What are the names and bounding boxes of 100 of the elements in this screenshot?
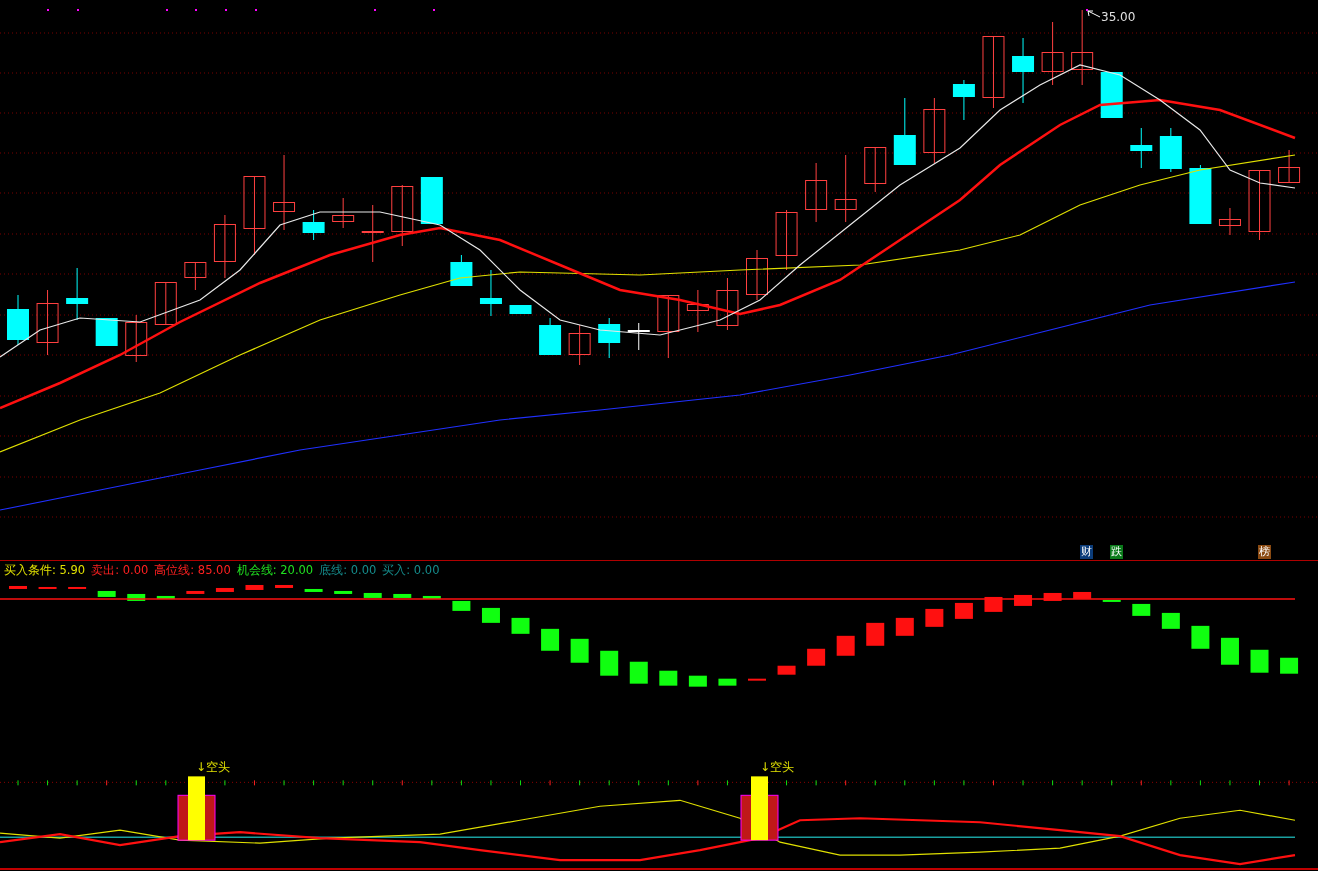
tick-mark [786, 779, 788, 786]
indicator-bar [1250, 649, 1269, 673]
tick-mark [638, 779, 640, 786]
signal-label: ↓空头 [760, 760, 795, 775]
legend-item: 高位线: 85.00 [154, 562, 231, 579]
tick-mark [17, 779, 19, 786]
tick-mark [1052, 779, 1054, 786]
tick-mark [874, 779, 876, 786]
candle [568, 324, 591, 366]
pointer-arrow-icon [1087, 10, 1101, 18]
candle [746, 249, 768, 301]
candle [1041, 21, 1064, 86]
candle [627, 322, 650, 351]
tick-mark [1022, 779, 1024, 786]
info-badge[interactable]: 榜 [1258, 545, 1271, 559]
legend-item: 卖出: 0.00 [91, 562, 149, 579]
indicator-bar [925, 608, 944, 627]
tick-mark [342, 779, 344, 786]
tick-mark [520, 779, 521, 786]
tick-mark [490, 779, 492, 786]
indicator-bar [334, 590, 353, 594]
tick-mark [106, 779, 108, 786]
indicator-bar [541, 628, 560, 651]
candle [923, 97, 946, 164]
tick-mark [549, 779, 551, 786]
indicator-bar [156, 595, 175, 599]
indicator-bar [9, 585, 27, 589]
tick-mark [667, 779, 669, 786]
indicator-bar [659, 670, 678, 686]
candle [213, 214, 236, 279]
indicator-bar [275, 584, 294, 588]
signal-bar [740, 776, 779, 841]
candle [154, 281, 177, 326]
indicator-bar [304, 588, 323, 592]
candle [361, 204, 384, 263]
indicator-bar [245, 584, 264, 590]
candle [1248, 169, 1271, 241]
tick-mark [1288, 779, 1290, 786]
tick-mark [697, 779, 699, 786]
price-label: 35.00 [1101, 10, 1136, 24]
indicator-bar [1073, 591, 1092, 599]
tick-mark [993, 779, 994, 786]
tick-mark [579, 779, 581, 786]
candle [598, 317, 621, 359]
indicator-bar [570, 638, 589, 663]
indicator-bar [511, 617, 530, 634]
tick-mark [963, 779, 965, 786]
candle [686, 289, 709, 333]
indicator-bar [836, 635, 855, 656]
info-badge[interactable]: 财 [1080, 545, 1093, 559]
tick-mark [1199, 779, 1201, 786]
candle [509, 304, 532, 315]
indicator-bar [452, 600, 471, 611]
info-badge[interactable]: 跌 [1110, 545, 1123, 559]
tick-mark [431, 779, 433, 786]
tick-mark [608, 779, 610, 786]
indicator-bar [1161, 612, 1180, 629]
indicator-bar [688, 675, 707, 687]
candle [302, 209, 325, 241]
indicator-bar [38, 586, 57, 589]
candle [893, 97, 916, 166]
candle [834, 154, 857, 223]
indicator-bar [127, 593, 146, 601]
indicator-bar [481, 607, 500, 623]
signal-label: ↓空头 [196, 760, 231, 775]
candle [332, 197, 355, 229]
indicator-bar [777, 665, 796, 675]
indicator-bar [895, 617, 914, 636]
indicator-bar [1191, 625, 1210, 649]
tick-mark [76, 779, 78, 786]
candle [805, 162, 828, 223]
candle [864, 146, 887, 193]
tick-mark [845, 779, 847, 786]
candle [66, 267, 89, 321]
indicator-bar [807, 648, 826, 666]
candle [1100, 71, 1123, 119]
candle [184, 261, 207, 291]
candle [657, 294, 680, 359]
candle [7, 294, 29, 346]
indicator-bar [1132, 603, 1151, 616]
candle [1130, 127, 1153, 169]
candle [1012, 37, 1035, 104]
candle [539, 317, 562, 356]
indicator-bar [954, 602, 973, 619]
tick-mark [726, 779, 728, 786]
tick-mark [933, 779, 935, 786]
indicator-bar [1280, 657, 1299, 674]
tick-mark [401, 779, 403, 786]
tick-mark [254, 779, 255, 786]
indicator-bar [1043, 592, 1062, 601]
tick-mark [1140, 779, 1142, 786]
candle [479, 269, 502, 317]
candle [775, 209, 798, 271]
indicator-bar [629, 661, 648, 684]
candle [1278, 149, 1301, 184]
indicator-bar [1014, 594, 1033, 606]
legend-item: 底线: 0.00 [319, 562, 377, 579]
tick-mark [815, 779, 817, 786]
indicator-bar [97, 590, 116, 597]
tick-mark [460, 779, 462, 786]
